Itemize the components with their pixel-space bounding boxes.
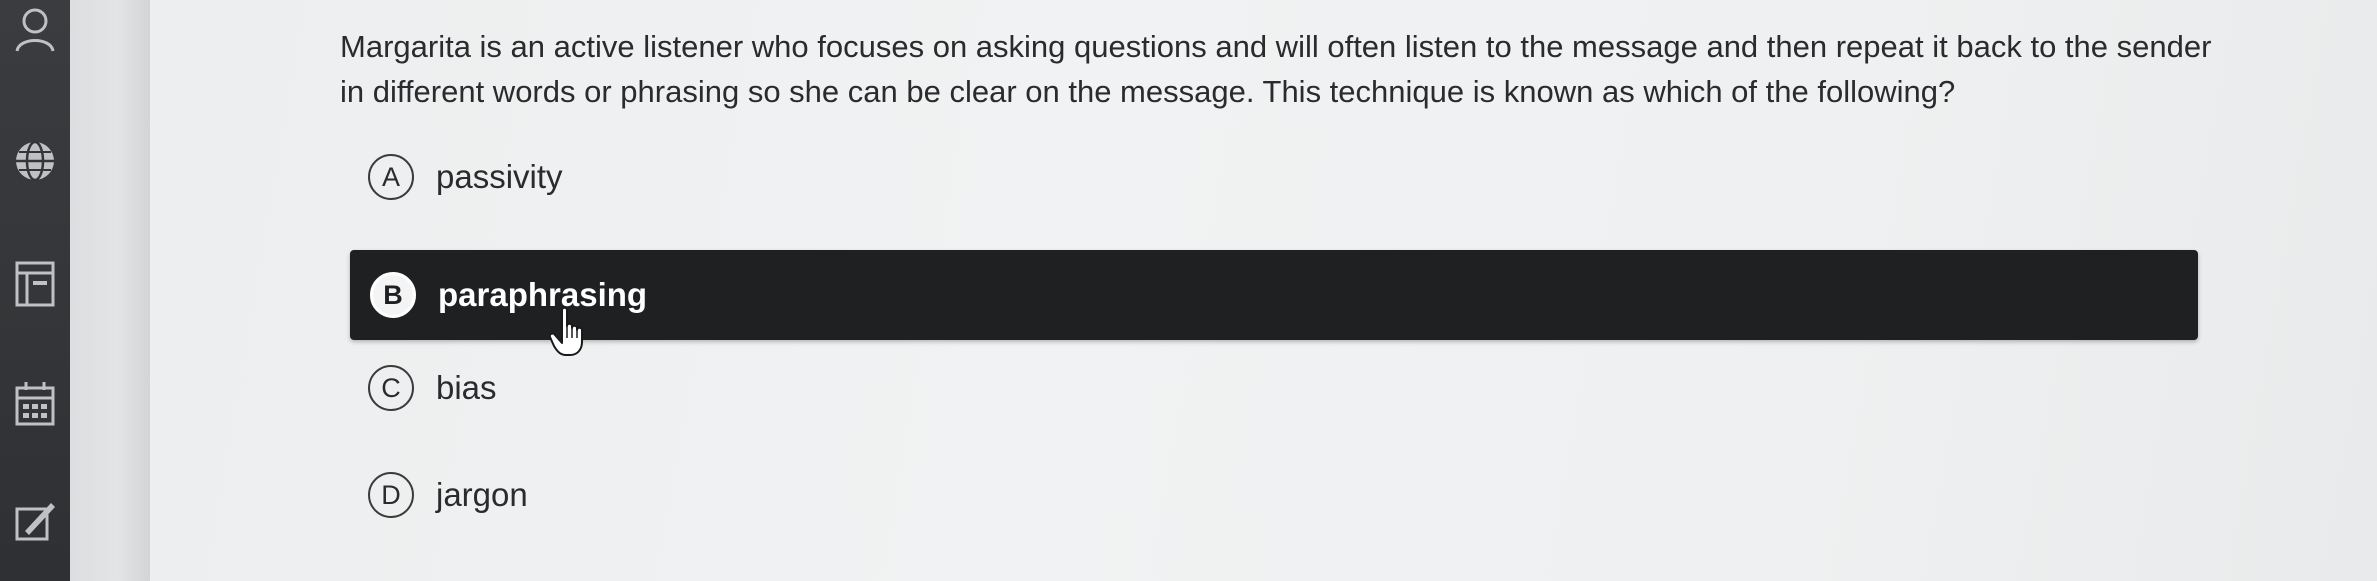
option-letter-a: A <box>368 154 414 200</box>
calendar-icon[interactable] <box>6 375 64 433</box>
left-sidebar <box>0 0 70 581</box>
option-letter-c: C <box>368 365 414 411</box>
option-a[interactable]: A passivity <box>348 132 2198 222</box>
option-letter-b: B <box>370 272 416 318</box>
hand-cursor-icon <box>548 306 583 356</box>
option-b[interactable]: B paraphrasing <box>350 250 2198 340</box>
book-icon[interactable] <box>6 255 64 313</box>
user-icon[interactable] <box>6 2 64 60</box>
option-c[interactable]: C bias <box>348 343 2198 433</box>
sidebar-gap <box>70 0 150 581</box>
option-text-b: paraphrasing <box>438 276 648 313</box>
option-text-a: passivity <box>436 158 563 195</box>
question-text: Margarita is an active listener who focu… <box>340 29 2212 109</box>
option-d[interactable]: D jargon <box>348 450 2198 540</box>
edit-icon[interactable] <box>6 490 64 548</box>
option-text-c: bias <box>436 369 497 406</box>
option-letter-d: D <box>368 472 414 518</box>
option-text-d: jargon <box>436 476 528 513</box>
globe-icon[interactable] <box>6 132 64 190</box>
